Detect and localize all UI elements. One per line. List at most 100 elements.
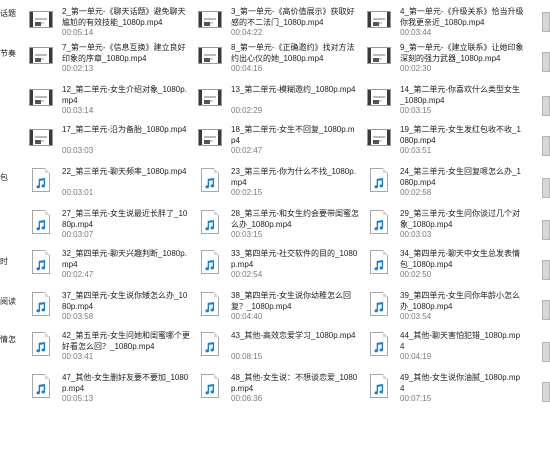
- file-duration: 00:08:15: [231, 352, 263, 361]
- file-name: 18_第二单元-女生不回复_1080p.mp4: [231, 125, 355, 145]
- file-duration: 00:05:13: [62, 394, 94, 403]
- file-item[interactable]: 13_第二单元-模糊邀约_1080p.mp4 00:02:29: [197, 82, 362, 122]
- file-item[interactable]: 14_第二单元-你喜欢什么类型女生_1080p.mp4 00:03:15: [366, 82, 531, 122]
- audio-file-icon: [366, 168, 392, 192]
- file-duration: 00:03:15: [400, 106, 432, 115]
- clipped-thumbnail-icon[interactable]: [542, 136, 550, 156]
- file-item[interactable]: 3_第一单元-《高价值展示》获取好感的不二法门_1080p.mp4 00:04:2…: [197, 4, 362, 44]
- file-item[interactable]: 47_其他-女生删好友要不要加_1080p.mp4 00:05:13: [28, 370, 193, 410]
- audio-file-icon: [28, 168, 54, 192]
- file-name: 2_第一单元-《聊天话题》避免聊天尴尬的有效技能_1080p.mp4: [62, 7, 186, 27]
- file-name: 44_其他-聊天害怕犯错_1080p.mp4: [400, 331, 521, 351]
- file-name: 14_第二单元-你喜欢什么类型女生_1080p.mp4: [400, 85, 521, 105]
- file-duration: 00:04:22: [231, 28, 263, 37]
- clipped-thumbnail-icon[interactable]: [542, 342, 550, 362]
- audio-file-icon: [366, 332, 392, 356]
- video-thumbnail-icon: [28, 44, 54, 68]
- video-thumbnail-icon: [197, 126, 223, 150]
- file-duration: 00:02:29: [231, 106, 263, 115]
- file-item[interactable]: 44_其他-聊天害怕犯错_1080p.mp4 00:04:19: [366, 328, 531, 368]
- file-duration: 00:02:13: [62, 64, 94, 73]
- file-item[interactable]: 18_第二单元-女生不回复_1080p.mp4 00:02:47: [197, 122, 362, 162]
- clipped-thumbnail-icon[interactable]: [542, 12, 550, 32]
- file-name: 48_其他-女生说：不想谈恋爱_1080p.mp4: [231, 373, 358, 393]
- file-item[interactable]: 7_第一单元-《信息互换》建立良好印象的序章_1080p.mp4 00:02:13: [28, 40, 193, 80]
- video-thumbnail-icon: [366, 126, 392, 150]
- file-item[interactable]: 17_第二单元-沿为备胎_1080p.mp4 00:03:03: [28, 122, 193, 162]
- file-item[interactable]: 48_其他-女生说：不想谈恋爱_1080p.mp4 00:06:36: [197, 370, 362, 410]
- file-item[interactable]: 39_第四单元-女生问你年龄小怎么办_1080p.mp4 00:03:54: [366, 288, 531, 328]
- file-item[interactable]: 42_第五单元-女生问她和闺蜜哪个更好看怎么回？_1080p.mp4 00:03:…: [28, 328, 193, 368]
- video-thumbnail-icon: [28, 86, 54, 110]
- file-name: 37_第四单元-女生说你矮怎么办_1080p.mp4: [62, 291, 188, 311]
- clipped-thumbnail-icon[interactable]: [542, 52, 550, 72]
- file-name: 7_第一单元-《信息互换》建立良好印象的序章_1080p.mp4: [62, 43, 186, 63]
- file-item[interactable]: 43_其他-高效恋爱学习_1080p.mp4 00:08:15: [197, 328, 362, 368]
- video-thumbnail-icon: [366, 86, 392, 110]
- file-duration: 00:03:03: [400, 230, 432, 239]
- file-duration: 00:06:36: [231, 394, 263, 403]
- file-item[interactable]: 28_第三单元-和女生约会要带闺蜜怎么办_1080p.mp4 00:03:15: [197, 206, 362, 246]
- file-duration: 00:03:54: [400, 312, 432, 321]
- file-item[interactable]: 22_第三单元-聊天频率_1080p.mp4 00:03:01: [28, 164, 193, 204]
- file-item[interactable]: 12_第二单元-女生介绍对象_1080p.mp4 00:03:14: [28, 82, 193, 122]
- audio-file-icon: [28, 210, 54, 234]
- file-name: 29_第三单元-女生问你谈过几个对象_1080p.mp4: [400, 209, 521, 229]
- file-name: 3_第一单元-《高价值展示》获取好感的不二法门_1080p.mp4: [231, 7, 355, 27]
- file-item[interactable]: 32_第四单元-聊天兴趣判断_1080p.mp4 00:02:47: [28, 246, 193, 286]
- file-item[interactable]: 34_第四单元-聊天中女生总发表情包_1080p.mp4 00:02:50: [366, 246, 531, 286]
- file-name: 13_第二单元-模糊邀约_1080p.mp4: [231, 85, 356, 94]
- audio-file-icon: [28, 250, 54, 274]
- file-duration: 00:03:03: [62, 146, 94, 155]
- file-name: 12_第二单元-女生介绍对象_1080p.mp4: [62, 85, 187, 105]
- video-thumbnail-icon: [197, 86, 223, 110]
- video-thumbnail-icon: [28, 126, 54, 150]
- file-name: 4_第一单元-《升级关系》恰当升级你我更亲近_1080p.mp4: [400, 7, 524, 27]
- file-name: 9_第一单元-《建立联系》让她印象深刻的强力武器_1080p.mp4: [400, 43, 524, 63]
- file-item[interactable]: 49_其他-女生说你油腻_1080p.mp4 00:07:15: [366, 370, 531, 410]
- file-item[interactable]: 33_第四单元-社交软件的目的_1080p.mp4 00:02:54: [197, 246, 362, 286]
- file-duration: 00:03:01: [62, 188, 94, 197]
- file-name: 22_第三单元-聊天频率_1080p.mp4: [62, 167, 187, 176]
- file-name: 38_第四单元-女生说你幼稚怎么回复？_1080p.mp4: [231, 291, 352, 311]
- clipped-thumbnail-icon[interactable]: [542, 382, 550, 402]
- file-item[interactable]: 19_第二单元-女生发红包收不收_1080p.mp4 00:03:51: [366, 122, 531, 162]
- video-thumbnail-icon: [366, 44, 392, 68]
- file-duration: 00:05:14: [62, 28, 94, 37]
- file-item[interactable]: 23_第三单元-你为什么不找_1080p.mp4 00:02:15: [197, 164, 362, 204]
- file-item[interactable]: 9_第一单元-《建立联系》让她印象深刻的强力武器_1080p.mp4 00:02:…: [366, 40, 531, 80]
- clipped-thumbnail-icon[interactable]: [542, 96, 550, 116]
- clipped-thumbnail-icon[interactable]: [542, 260, 550, 280]
- file-name: 24_第三单元-女生回复嗯怎么办_1080p.mp4: [400, 167, 521, 187]
- file-duration: 00:03:51: [400, 146, 432, 155]
- file-name: 49_其他-女生说你油腻_1080p.mp4: [400, 373, 521, 393]
- file-duration: 00:04:40: [231, 312, 263, 321]
- file-item[interactable]: 4_第一单元-《升级关系》恰当升级你我更亲近_1080p.mp4 00:03:44: [366, 4, 531, 44]
- file-duration: 00:02:15: [231, 188, 263, 197]
- file-name: 17_第二单元-沿为备胎_1080p.mp4: [62, 125, 187, 134]
- audio-file-icon: [197, 250, 223, 274]
- file-name: 28_第三单元-和女生约会要带闺蜜怎么办_1080p.mp4: [231, 209, 360, 229]
- clipped-thumbnail-icon[interactable]: [542, 300, 550, 320]
- file-item[interactable]: 8_第一单元-《正确邀约》找对方法约出心仪的她_1080p.mp4 00:04:1…: [197, 40, 362, 80]
- file-name: 23_第三单元-你为什么不找_1080p.mp4: [231, 167, 356, 187]
- audio-file-icon: [28, 374, 54, 398]
- file-item[interactable]: 38_第四单元-女生说你幼稚怎么回复？_1080p.mp4 00:04:40: [197, 288, 362, 328]
- audio-file-icon: [197, 168, 223, 192]
- video-thumbnail-icon: [366, 8, 392, 32]
- file-duration: 00:02:54: [231, 270, 263, 279]
- audio-file-icon: [366, 210, 392, 234]
- video-thumbnail-icon: [28, 8, 54, 32]
- file-item[interactable]: 24_第三单元-女生回复嗯怎么办_1080p.mp4 00:02:58: [366, 164, 531, 204]
- file-name: 32_第四单元-聊天兴趣判断_1080p.mp4: [62, 249, 187, 269]
- file-duration: 00:03:15: [231, 230, 263, 239]
- file-item[interactable]: 27_第三单元-女生说最近长胖了_1080p.mp4 00:03:07: [28, 206, 193, 246]
- file-item[interactable]: 37_第四单元-女生说你矮怎么办_1080p.mp4 00:03:58: [28, 288, 193, 328]
- clipped-thumbnail-icon[interactable]: [542, 220, 550, 240]
- file-item[interactable]: 29_第三单元-女生问你谈过几个对象_1080p.mp4 00:03:03: [366, 206, 531, 246]
- file-name: 43_其他-高效恋爱学习_1080p.mp4: [231, 331, 356, 340]
- video-thumbnail-icon: [197, 8, 223, 32]
- clipped-thumbnail-icon[interactable]: [542, 178, 550, 198]
- audio-file-icon: [197, 210, 223, 234]
- file-item[interactable]: 2_第一单元-《聊天话题》避免聊天尴尬的有效技能_1080p.mp4 00:05:…: [28, 4, 193, 44]
